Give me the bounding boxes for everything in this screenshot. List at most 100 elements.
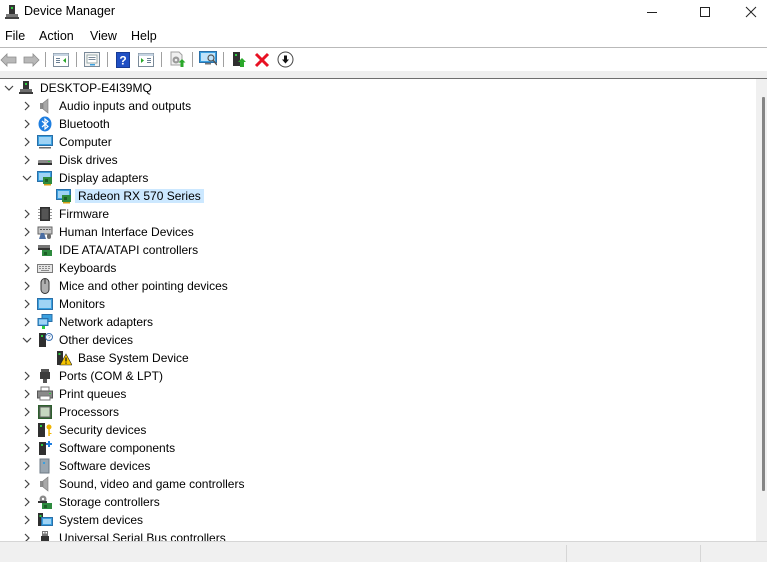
tree-category-label[interactable]: Display adapters bbox=[56, 171, 151, 185]
status-bar-divider bbox=[700, 545, 701, 562]
expand-chevron-icon[interactable] bbox=[21, 135, 33, 149]
maximize-icon bbox=[700, 7, 710, 17]
scan-hardware-changes-button[interactable] bbox=[199, 51, 217, 68]
tree-category[interactable]: Print queues bbox=[0, 385, 700, 403]
uninstall-device-button[interactable] bbox=[253, 51, 271, 68]
tree-category-label[interactable]: System devices bbox=[56, 513, 146, 527]
tree-category[interactable]: Display adapters bbox=[0, 169, 700, 187]
tree-category-label[interactable]: Storage controllers bbox=[56, 495, 163, 509]
tree-category-label[interactable]: Network adapters bbox=[56, 315, 156, 329]
expand-chevron-icon[interactable] bbox=[21, 369, 33, 383]
tree-device-label[interactable]: Base System Device bbox=[75, 351, 192, 365]
help-button[interactable]: ? bbox=[114, 51, 132, 68]
tree-category-label[interactable]: Mice and other pointing devices bbox=[56, 279, 231, 293]
expand-chevron-icon[interactable] bbox=[21, 117, 33, 131]
show-hide-action-pane-button[interactable] bbox=[137, 51, 155, 68]
tree-category-label[interactable]: IDE ATA/ATAPI controllers bbox=[56, 243, 201, 257]
tree-category[interactable]: Firmware bbox=[0, 205, 700, 223]
system-device-icon bbox=[37, 512, 53, 528]
tree-category-label[interactable]: Firmware bbox=[56, 207, 112, 221]
menu-file[interactable]: File bbox=[5, 29, 25, 43]
tree-category-label[interactable]: Print queues bbox=[56, 387, 129, 401]
tree-category-label[interactable]: Processors bbox=[56, 405, 122, 419]
expand-chevron-icon[interactable] bbox=[21, 279, 33, 293]
properties-button[interactable] bbox=[83, 51, 101, 68]
tree-category-label[interactable]: Security devices bbox=[56, 423, 149, 437]
show-hide-console-tree-button[interactable] bbox=[52, 51, 70, 68]
expand-chevron-icon[interactable] bbox=[21, 297, 33, 311]
tree-root[interactable]: DESKTOP-E4I39MQ bbox=[0, 79, 700, 97]
tree-category-label[interactable]: Computer bbox=[56, 135, 115, 149]
tree-category-label[interactable]: Human Interface Devices bbox=[56, 225, 197, 239]
enable-device-button[interactable] bbox=[230, 51, 248, 68]
tree-category[interactable]: IDE ATA/ATAPI controllers bbox=[0, 241, 700, 259]
tree-category[interactable]: Sound, video and game controllers bbox=[0, 475, 700, 493]
expand-chevron-icon[interactable] bbox=[21, 477, 33, 491]
tree-category[interactable]: Software components bbox=[0, 439, 700, 457]
vertical-scrollbar-thumb[interactable] bbox=[762, 97, 765, 491]
expand-chevron-icon[interactable] bbox=[21, 225, 33, 239]
expand-chevron-icon[interactable] bbox=[21, 261, 33, 275]
close-button[interactable] bbox=[728, 0, 767, 24]
tree-category[interactable]: Bluetooth bbox=[0, 115, 700, 133]
maximize-button[interactable] bbox=[682, 0, 728, 24]
tree-category[interactable]: ? Other devices bbox=[0, 331, 700, 349]
tree-category-label[interactable]: Monitors bbox=[56, 297, 108, 311]
tree-category-label[interactable]: Universal Serial Bus controllers bbox=[56, 531, 229, 541]
tree-category[interactable]: Keyboards bbox=[0, 259, 700, 277]
tree-category[interactable]: System devices bbox=[0, 511, 700, 529]
tree-category[interactable]: Audio inputs and outputs bbox=[0, 97, 700, 115]
expand-chevron-icon[interactable] bbox=[21, 243, 33, 257]
minimize-button[interactable] bbox=[629, 0, 675, 24]
collapse-chevron-icon[interactable] bbox=[21, 171, 33, 185]
expand-chevron-icon[interactable] bbox=[21, 315, 33, 329]
update-driver-button[interactable] bbox=[168, 51, 186, 68]
collapse-chevron-icon[interactable] bbox=[3, 81, 15, 95]
back-button[interactable] bbox=[0, 51, 18, 68]
tree-category-label[interactable]: Sound, video and game controllers bbox=[56, 477, 247, 491]
tree-category[interactable]: Storage controllers bbox=[0, 493, 700, 511]
expand-chevron-icon[interactable] bbox=[21, 459, 33, 473]
tree-category[interactable]: Software devices bbox=[0, 457, 700, 475]
tree-category-label[interactable]: Ports (COM & LPT) bbox=[56, 369, 166, 383]
tree-category[interactable]: Security devices bbox=[0, 421, 700, 439]
expand-chevron-icon[interactable] bbox=[21, 99, 33, 113]
menu-view[interactable]: View bbox=[90, 29, 117, 43]
vertical-scrollbar[interactable] bbox=[756, 79, 767, 541]
tree-category-label[interactable]: Bluetooth bbox=[56, 117, 113, 131]
collapse-chevron-icon[interactable] bbox=[21, 333, 33, 347]
expand-chevron-icon[interactable] bbox=[21, 153, 33, 167]
expand-chevron-icon[interactable] bbox=[21, 513, 33, 527]
expand-chevron-icon[interactable] bbox=[21, 441, 33, 455]
expand-chevron-icon[interactable] bbox=[21, 423, 33, 437]
device-tree[interactable]: DESKTOP-E4I39MQ Audio inputs and outputs B… bbox=[0, 79, 756, 541]
tree-category[interactable]: Computer bbox=[0, 133, 700, 151]
tree-category-label[interactable]: Audio inputs and outputs bbox=[56, 99, 194, 113]
tree-category[interactable]: Network adapters bbox=[0, 313, 700, 331]
tree-category-label[interactable]: Other devices bbox=[56, 333, 136, 347]
tree-category[interactable]: Mice and other pointing devices bbox=[0, 277, 700, 295]
forward-button[interactable] bbox=[22, 51, 40, 68]
expand-chevron-icon[interactable] bbox=[21, 207, 33, 221]
tree-category[interactable]: Processors bbox=[0, 403, 700, 421]
tree-category[interactable]: Monitors bbox=[0, 295, 700, 313]
tree-category-label[interactable]: Software devices bbox=[56, 459, 153, 473]
expand-chevron-icon[interactable] bbox=[21, 495, 33, 509]
tree-root-label[interactable]: DESKTOP-E4I39MQ bbox=[37, 81, 155, 95]
tree-device[interactable]: Base System Device bbox=[0, 349, 700, 367]
tree-category[interactable]: Human Interface Devices bbox=[0, 223, 700, 241]
tree-device-label[interactable]: Radeon RX 570 Series bbox=[75, 189, 204, 203]
expand-chevron-icon[interactable] bbox=[21, 531, 33, 541]
expand-chevron-icon[interactable] bbox=[21, 387, 33, 401]
menu-help[interactable]: Help bbox=[131, 29, 157, 43]
disable-device-button[interactable] bbox=[276, 51, 294, 68]
tree-category-label[interactable]: Software components bbox=[56, 441, 178, 455]
tree-category[interactable]: Disk drives bbox=[0, 151, 700, 169]
expand-chevron-icon[interactable] bbox=[21, 405, 33, 419]
tree-category[interactable]: Universal Serial Bus controllers bbox=[0, 529, 700, 541]
tree-device[interactable]: Radeon RX 570 Series bbox=[0, 187, 700, 205]
menu-action[interactable]: Action bbox=[39, 29, 74, 43]
tree-category-label[interactable]: Keyboards bbox=[56, 261, 119, 275]
tree-category[interactable]: Ports (COM & LPT) bbox=[0, 367, 700, 385]
tree-category-label[interactable]: Disk drives bbox=[56, 153, 121, 167]
